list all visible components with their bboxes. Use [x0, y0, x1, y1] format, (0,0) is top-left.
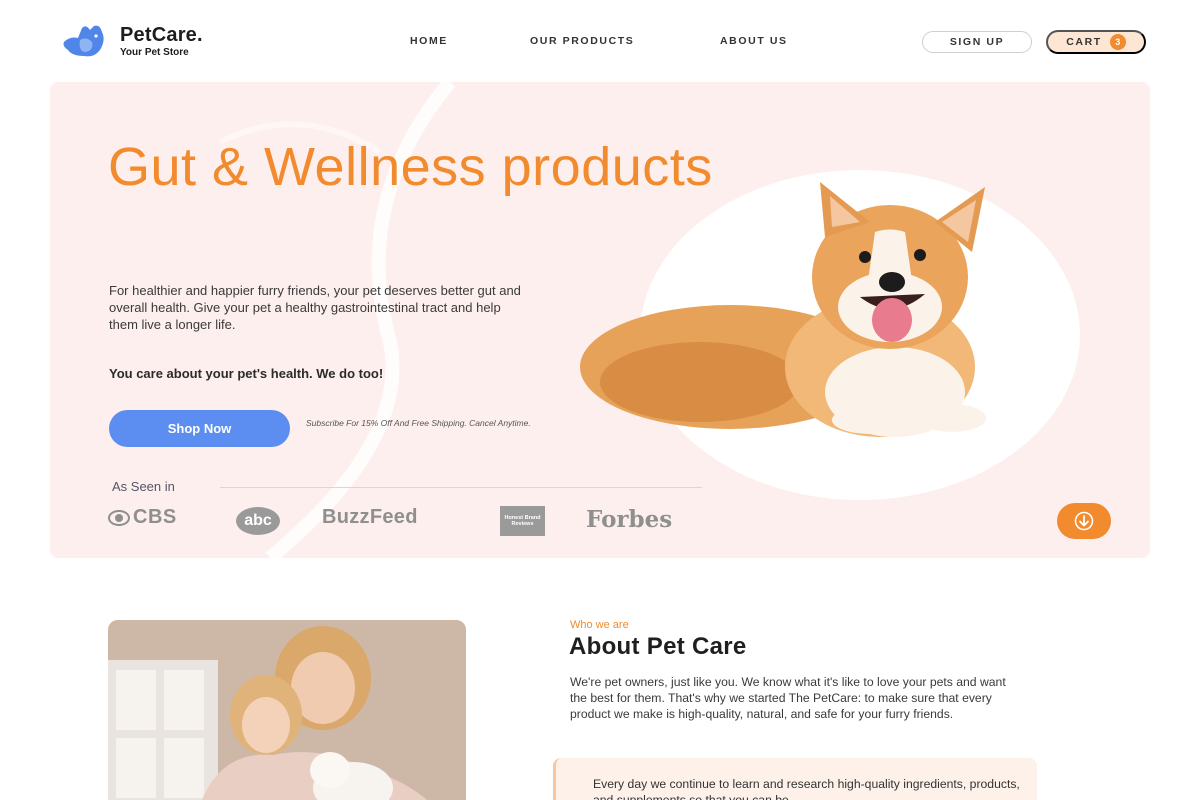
sign-up-button[interactable]: SIGN UP: [922, 31, 1032, 53]
abc-logo: abc: [236, 507, 280, 535]
hero-description: For healthier and happier furry friends,…: [109, 283, 521, 332]
cart-label: CART: [1066, 36, 1102, 48]
about-text: We're pet owners, just like you. We know…: [570, 675, 1006, 721]
cart-button[interactable]: CART 3: [1046, 30, 1146, 54]
arrow-down-icon: [1074, 511, 1094, 531]
corgi-image: [580, 182, 986, 437]
honest-brand-reviews-logo: Honest Brand Reviews: [500, 506, 545, 536]
forbes-logo: Forbes: [586, 506, 673, 533]
shop-now-button[interactable]: Shop Now: [109, 410, 290, 447]
hero-section: Gut & Wellness products For healthier an…: [50, 82, 1150, 558]
about-title: About Pet Care: [569, 633, 747, 660]
cart-count-badge: 3: [1109, 34, 1126, 50]
hero-tagline: You care about your pet's health. We do …: [109, 366, 384, 381]
pet-logo-icon: [63, 25, 104, 57]
cbs-text: CBS: [133, 506, 177, 528]
subscribe-note: Subscribe For 15% Off And Free Shipping.…: [306, 418, 531, 428]
nav-about-us[interactable]: ABOUT US: [720, 35, 788, 47]
site-header: PetCare. Your Pet Store HOME OUR PRODUCT…: [0, 0, 1200, 82]
nav-home[interactable]: HOME: [410, 35, 448, 47]
about-photo: [108, 620, 466, 800]
about-eyebrow: Who we are: [570, 619, 629, 631]
about-card-text: Every day we continue to learn and resea…: [593, 777, 1020, 800]
nav-our-products[interactable]: OUR PRODUCTS: [530, 35, 634, 47]
cbs-logo: CBS: [108, 506, 177, 529]
scroll-down-button[interactable]: [1057, 503, 1111, 539]
divider: [220, 487, 702, 488]
family-with-puppy-image: [108, 620, 466, 800]
logo[interactable]: PetCare. Your Pet Store: [60, 22, 203, 60]
as-seen-in-label: As Seen in: [112, 479, 175, 494]
cbs-eye-icon: [108, 509, 130, 526]
buzzfeed-logo: BuzzFeed: [322, 506, 418, 528]
brand-name: PetCare.: [120, 23, 203, 46]
brand-tagline: Your Pet Store: [120, 46, 189, 58]
about-quote-card: Every day we continue to learn and resea…: [553, 758, 1037, 800]
